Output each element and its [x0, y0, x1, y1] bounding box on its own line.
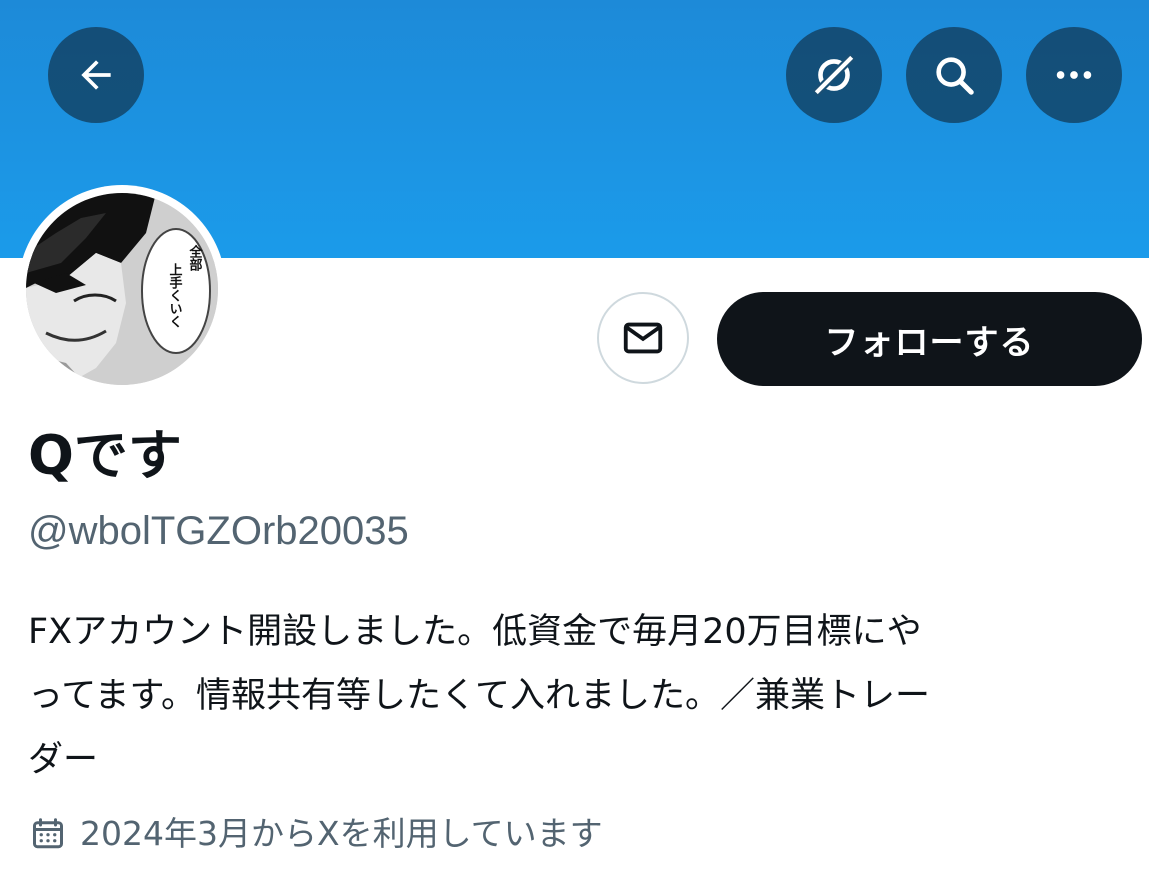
- arrow-left-icon: [81, 60, 111, 90]
- follow-button[interactable]: フォローする: [717, 292, 1142, 386]
- bio-line: FXアカウント開設しました。低資金で毎月20万目標にや: [28, 612, 922, 652]
- search-icon: [936, 57, 974, 95]
- calendar-icon: [33, 818, 63, 849]
- more-button[interactable]: [1026, 27, 1122, 123]
- avatar-speech-col2: 上手くいく: [167, 263, 183, 328]
- profile-page: 全部 上手くいく フォローする Qです @wbolTGZOrb20035 FXア…: [0, 0, 1149, 886]
- joined-text: 2024年3月からXを利用しています: [80, 814, 603, 853]
- display-name: Qです: [28, 424, 182, 487]
- grok-icon: [812, 53, 856, 97]
- bio-line: ダー: [28, 740, 99, 780]
- username-handle: @wbolTGZOrb20035: [28, 509, 409, 553]
- bio-line: ってます。情報共有等したくて入れました。／兼業トレー: [28, 676, 930, 716]
- more-horizontal-icon: [1056, 71, 1092, 79]
- search-button[interactable]: [906, 27, 1002, 123]
- profile-bio: FXアカウント開設しました。低資金で毎月20万目標にや ってます。情報共有等した…: [28, 600, 1128, 792]
- back-button[interactable]: [48, 27, 144, 123]
- avatar[interactable]: 全部 上手くいく: [26, 193, 218, 385]
- follow-button-label: フォローする: [824, 322, 1035, 363]
- grok-button[interactable]: [786, 27, 882, 123]
- avatar-speech-col1: 全部: [187, 244, 204, 272]
- mail-icon: [623, 322, 663, 354]
- message-button[interactable]: [597, 292, 689, 384]
- avatar-illustration: 全部 上手くいく: [26, 193, 218, 385]
- joined-date: 2024年3月からXを利用しています: [30, 810, 603, 858]
